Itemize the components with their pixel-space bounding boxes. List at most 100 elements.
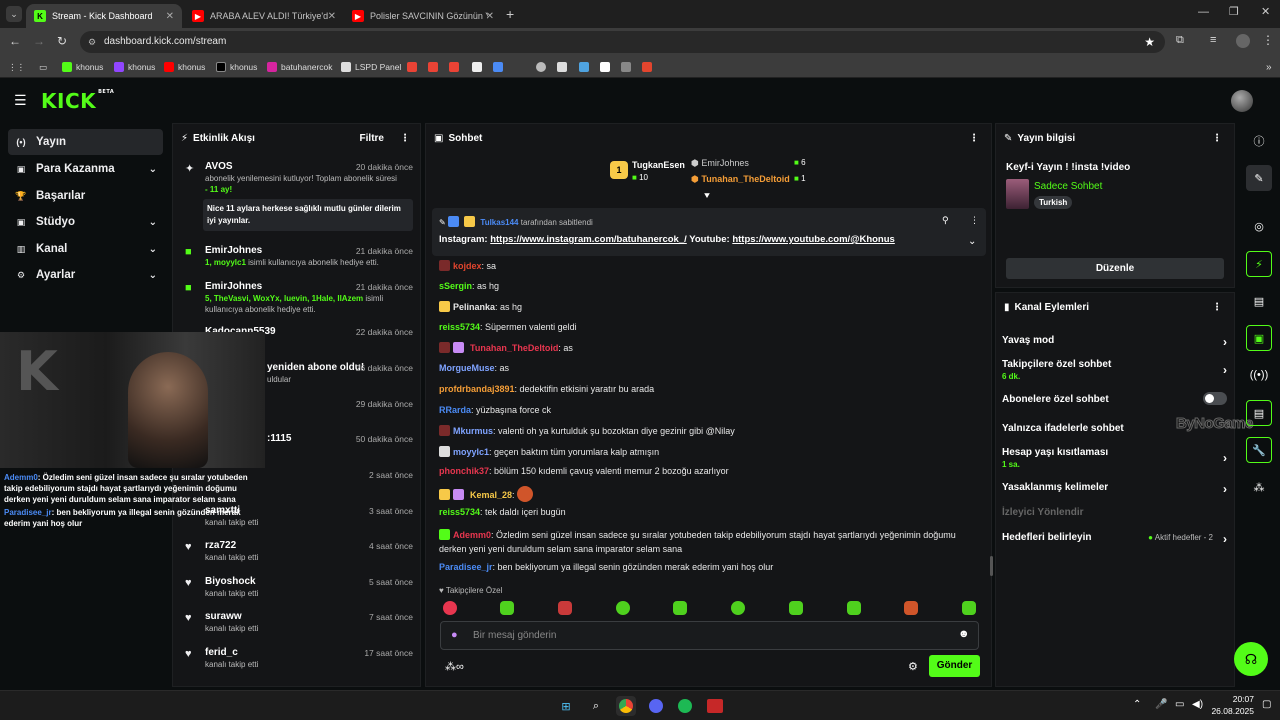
tab-youtube-2[interactable]: ▶ Polisler SAVCININ Gözünün Yaş ✕ <box>344 4 502 28</box>
emote-icon[interactable] <box>847 601 861 615</box>
network-icon[interactable]: ▭ <box>1175 699 1184 710</box>
emote-icon[interactable] <box>904 601 918 615</box>
bookmark-lspd[interactable]: LSPD Panel <box>341 60 401 74</box>
action-subscribers-only[interactable]: Abonelere özel sohbet <box>1002 392 1227 405</box>
nav-item-para-kazanma[interactable]: ▣ Para Kazanma ⌄ <box>8 156 163 182</box>
tab-list-icon[interactable]: ⌄ <box>6 6 22 22</box>
bookmark-icon[interactable] <box>579 60 593 74</box>
more-options-icon[interactable]: ⋮ <box>400 133 410 144</box>
bookmark-star-icon[interactable]: ★ <box>1144 31 1155 53</box>
broadcast-icon[interactable]: ((•)) <box>1246 362 1272 388</box>
emote-icon[interactable] <box>500 601 514 615</box>
clock[interactable]: 20:07 26.08.2025 <box>1210 693 1254 717</box>
emote-icon[interactable] <box>558 601 572 615</box>
stack-icon[interactable]: ▤ <box>1246 400 1272 426</box>
support-chat-button[interactable]: ☊ <box>1234 642 1268 676</box>
camera-icon[interactable]: ◎ <box>1246 213 1272 239</box>
subscribers-only-toggle[interactable] <box>1203 392 1227 405</box>
bookmark-x[interactable]: khonus <box>216 60 257 74</box>
chat-input[interactable]: ● Bir mesaj gönderin ☻ <box>440 621 979 650</box>
emote-icon[interactable] <box>673 601 687 615</box>
spotify-icon[interactable] <box>675 696 695 716</box>
hamburger-menu-icon[interactable]: ☰ <box>14 92 27 109</box>
apps-icon[interactable]: ⋮⋮ <box>8 60 25 74</box>
close-window-icon[interactable]: ✕ <box>1261 5 1270 18</box>
kick-logo[interactable]: KICK BETA <box>41 89 114 113</box>
close-tab-icon[interactable]: ✕ <box>328 11 336 22</box>
microphone-tray-icon[interactable]: 🎤 <box>1155 699 1167 710</box>
bookmark-twitch[interactable]: khonus <box>114 60 155 74</box>
chat-settings-icon[interactable]: ⚙ <box>908 660 918 673</box>
forward-icon[interactable]: → <box>33 34 45 48</box>
bookmarks-overflow-icon[interactable]: » <box>1266 60 1272 74</box>
info-icon[interactable]: ⓘ <box>1246 128 1272 154</box>
emote-icon[interactable] <box>789 601 803 615</box>
bookmark-instagram[interactable]: batuhanercok <box>267 60 333 74</box>
volume-icon[interactable]: ◀) <box>1192 699 1203 710</box>
bookmark-icon[interactable] <box>621 60 635 74</box>
search-icon[interactable]: ⌕ <box>586 696 606 716</box>
gmail-icon[interactable] <box>449 60 463 74</box>
expand-icon[interactable]: ⌄ <box>968 236 976 247</box>
action-set-goals[interactable]: Hedefleri belirleyin ● Aktif hedefler - … <box>1002 532 1227 546</box>
tab-kick-dashboard[interactable]: K Stream - Kick Dashboard ✕ <box>26 4 182 28</box>
calendar-icon[interactable] <box>557 60 571 74</box>
emote-icon[interactable] <box>443 601 457 615</box>
emoji-picker-icon[interactable]: ☻ <box>958 628 970 640</box>
windows-start-icon[interactable]: ⊞ <box>556 696 576 716</box>
back-icon[interactable]: ← <box>9 34 21 48</box>
edit-button[interactable]: Düzenle <box>1006 258 1224 279</box>
more-options-icon[interactable]: ⋮ <box>1212 133 1222 144</box>
app-icon[interactable] <box>705 696 725 716</box>
send-button[interactable]: Gönder <box>929 655 980 677</box>
bookmark-kick[interactable]: khonus <box>62 60 103 74</box>
lightning-icon[interactable]: ⚡ <box>1246 251 1272 277</box>
nav-item-ayarlar[interactable]: ⚙ Ayarlar ⌄ <box>8 262 163 288</box>
gmail-icon[interactable] <box>407 60 421 74</box>
discord-icon[interactable] <box>646 696 666 716</box>
globe-icon[interactable] <box>536 60 550 74</box>
url-bar[interactable]: ⚙ dashboard.kick.com/stream ★ <box>80 31 1165 53</box>
list-icon[interactable]: ▤ <box>1246 288 1272 314</box>
more-options-icon[interactable]: ⋮ <box>970 215 979 226</box>
microphone-icon[interactable]: ● <box>451 629 458 641</box>
bookmark-youtube[interactable]: khonus <box>164 60 205 74</box>
wrench-icon[interactable]: 🔧 <box>1246 437 1272 463</box>
nav-item-kanal[interactable]: ▥ Kanal ⌄ <box>8 236 163 262</box>
bookmark-icon[interactable] <box>600 60 614 74</box>
extensions-icon[interactable]: ⧉ <box>1176 34 1184 47</box>
tab-youtube-1[interactable]: ▶ ARABA ALEV ALDI! Türkiye'de Y ✕ <box>184 4 344 28</box>
emote-icon[interactable] <box>616 601 630 615</box>
close-tab-icon[interactable]: ✕ <box>486 11 494 22</box>
emote-icon[interactable] <box>962 601 976 615</box>
chat-icon[interactable]: ▣ <box>1246 325 1272 351</box>
browser-menu-icon[interactable]: ⋮ <box>1262 33 1274 47</box>
action-slow-mode[interactable]: Yavaş mod › <box>1002 335 1227 349</box>
more-options-icon[interactable]: ⋮ <box>1212 302 1222 313</box>
folder-icon[interactable]: ▭ <box>39 60 47 74</box>
kick-points-icon[interactable]: ⁂∞ <box>445 660 464 673</box>
gmail-icon[interactable] <box>428 60 442 74</box>
bookmark-icon[interactable] <box>472 60 486 74</box>
restore-icon[interactable]: ❐ <box>1229 5 1239 18</box>
tray-chevron-icon[interactable]: ⌃ <box>1133 699 1141 710</box>
profile-avatar[interactable] <box>1236 34 1250 48</box>
minimize-icon[interactable]: — <box>1198 6 1209 18</box>
nav-item-studyo[interactable]: ▣ Stüdyo ⌄ <box>8 209 163 235</box>
emote-icon[interactable] <box>731 601 745 615</box>
nav-item-yayin[interactable]: (•) Yayın <box>8 129 163 155</box>
close-tab-icon[interactable]: ✕ <box>166 11 174 22</box>
chat-scrollbar[interactable] <box>990 556 993 576</box>
collapse-leaderboard-icon[interactable]: ⯆ <box>703 191 711 202</box>
edit-icon[interactable]: ✎ <box>1246 165 1272 191</box>
filter-button[interactable]: Filtre <box>360 133 384 144</box>
notifications-icon[interactable]: ▢ <box>1262 699 1271 710</box>
action-banned-words[interactable]: Yasaklanmış kelimeler › <box>1002 482 1227 496</box>
action-followers-only[interactable]: Takipçilere özel sohbet 6 dk. › <box>1002 359 1227 381</box>
unpin-icon[interactable]: ⚲ <box>942 215 949 226</box>
reading-list-icon[interactable]: ≡ <box>1210 34 1216 46</box>
nav-item-basarilar[interactable]: 🏆 Başarılar <box>8 183 163 209</box>
user-avatar[interactable] <box>1231 90 1253 112</box>
chrome-icon[interactable] <box>616 696 636 716</box>
apps-icon[interactable]: ⁂ <box>1246 474 1272 500</box>
